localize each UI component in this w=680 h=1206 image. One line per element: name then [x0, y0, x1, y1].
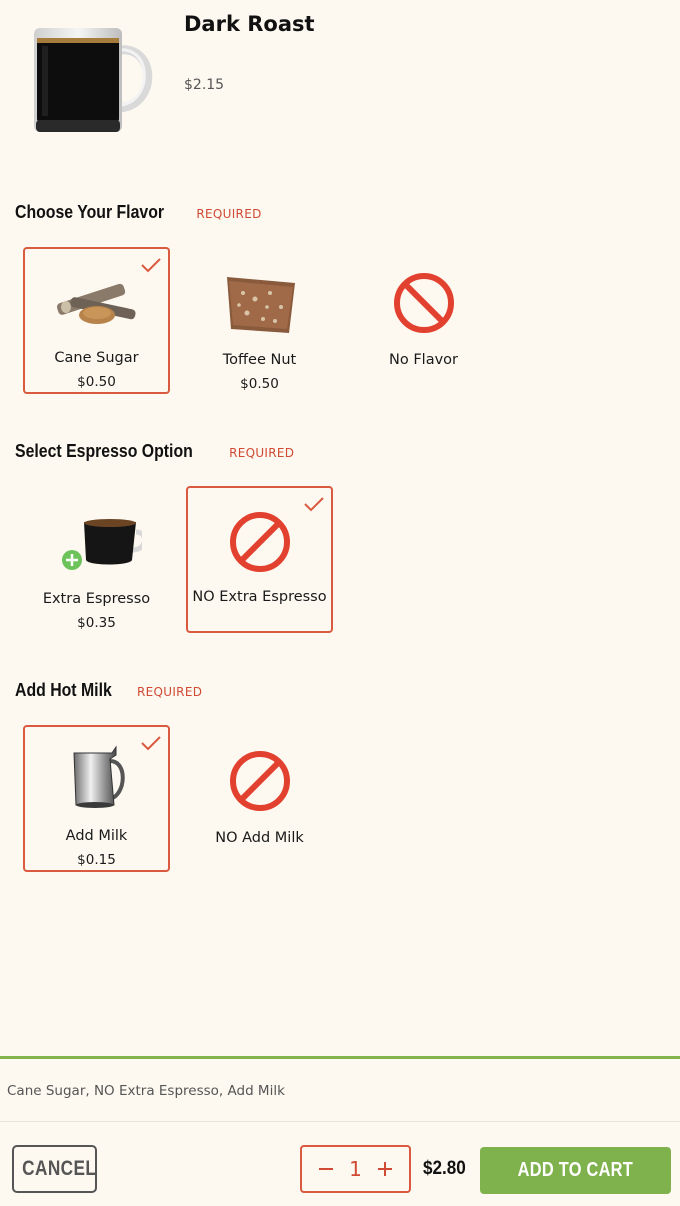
- flavor-section-heading: Choose Your Flavor REQUIRED: [15, 202, 262, 223]
- minus-icon[interactable]: [316, 1159, 336, 1179]
- option-no-extra-espresso[interactable]: NO Extra Espresso: [186, 486, 333, 633]
- option-label: Toffee Nut: [222, 352, 297, 368]
- option-no-flavor[interactable]: No Flavor: [350, 247, 497, 394]
- espresso-section-heading: Select Espresso Option REQUIRED: [15, 441, 294, 462]
- option-price: $0.50: [240, 376, 279, 392]
- plus-icon[interactable]: [375, 1159, 395, 1179]
- checkmark-icon: [141, 736, 161, 751]
- quantity-stepper[interactable]: 1: [300, 1145, 411, 1193]
- option-label: Cane Sugar: [54, 350, 139, 366]
- total-price-value: $2.80: [423, 1158, 466, 1179]
- option-toffee-nut[interactable]: Toffee Nut $0.50: [186, 247, 333, 394]
- add-to-cart-label: ADD TO CART: [517, 1159, 634, 1181]
- quantity-value: 1: [349, 1157, 362, 1181]
- option-price: $0.15: [77, 852, 116, 868]
- cancel-button[interactable]: CANCEL: [12, 1145, 97, 1193]
- option-add-milk[interactable]: Add Milk $0.15: [23, 725, 170, 872]
- required-tag: REQUIRED: [137, 685, 203, 699]
- milk-pitcher-image: [72, 745, 125, 808]
- option-price: $0.35: [77, 615, 116, 631]
- product-header: Dark Roast $2.15: [0, 0, 680, 160]
- section-title: Add Hot Milk: [15, 680, 112, 700]
- footer-bar: CANCEL 1 $2.80 ADD TO CART: [0, 1122, 680, 1206]
- espresso-cup-image: [61, 519, 142, 570]
- cancel-label: CANCEL: [22, 1157, 97, 1180]
- option-label: NO Extra Espresso: [192, 589, 327, 605]
- selection-summary-bar: Cane Sugar, NO Extra Espresso, Add Milk: [0, 1056, 680, 1122]
- required-tag: REQUIRED: [229, 446, 295, 460]
- no-symbol-icon: [229, 751, 290, 811]
- selection-summary: Cane Sugar, NO Extra Espresso, Add Milk: [7, 1083, 285, 1099]
- option-no-add-milk[interactable]: NO Add Milk: [186, 725, 333, 872]
- toffee-nut-image: [226, 277, 295, 333]
- product-name: Dark Roast: [184, 12, 315, 36]
- product-price: $2.15: [184, 77, 225, 93]
- section-title: Choose Your Flavor: [15, 202, 165, 222]
- checkmark-icon: [141, 258, 161, 273]
- option-price: $0.50: [77, 374, 116, 390]
- option-label: Extra Espresso: [42, 591, 151, 607]
- no-symbol-icon: [393, 273, 454, 333]
- option-extra-espresso[interactable]: Extra Espresso $0.35: [23, 486, 170, 633]
- no-symbol-icon: [229, 512, 290, 572]
- option-label: NO Add Milk: [215, 830, 304, 846]
- total-price: $2.80: [423, 1158, 471, 1180]
- add-to-cart-button[interactable]: ADD TO CART: [480, 1147, 671, 1194]
- coffee-mug-image: [34, 28, 153, 132]
- required-tag: REQUIRED: [196, 207, 262, 221]
- option-label: No Flavor: [389, 352, 458, 368]
- option-cane-sugar[interactable]: Cane Sugar $0.50: [23, 247, 170, 394]
- option-label: Add Milk: [65, 828, 128, 844]
- section-title: Select Espresso Option: [15, 441, 193, 461]
- milk-section-heading: Add Hot Milk REQUIRED: [15, 680, 202, 701]
- checkmark-icon: [304, 497, 324, 512]
- cane-sugar-image: [56, 283, 136, 324]
